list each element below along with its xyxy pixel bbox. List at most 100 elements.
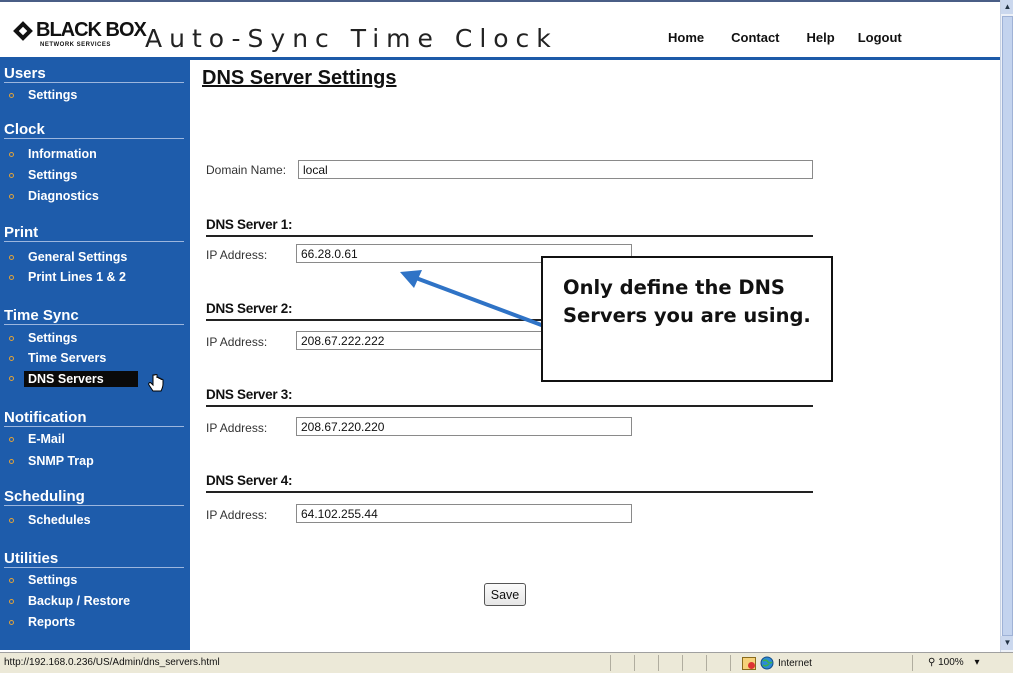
- dns-server-4-heading: DNS Server 4:: [206, 473, 813, 493]
- sidebar-item-label: Settings: [28, 168, 78, 182]
- ip-address-label: IP Address:: [206, 335, 268, 349]
- sidebar-item-reports[interactable]: Reports: [9, 615, 76, 629]
- sidebar: Users Settings Clock Information Setting…: [0, 60, 190, 650]
- dns-server-3-ip-input[interactable]: [296, 417, 632, 436]
- sidebar-item-dns-servers[interactable]: DNS Servers: [9, 371, 138, 387]
- dns-server-4-ip-input[interactable]: [296, 504, 632, 523]
- sidebar-item-clock-diagnostics[interactable]: Diagnostics: [9, 189, 99, 203]
- status-divider: [610, 655, 611, 671]
- bullet-icon: [9, 459, 14, 464]
- bullet-icon: [9, 437, 14, 442]
- security-zone[interactable]: Internet: [742, 656, 812, 670]
- sidebar-item-label: SNMP Trap: [28, 454, 94, 468]
- bullet-icon: [9, 336, 14, 341]
- sidebar-item-label: Schedules: [28, 513, 91, 527]
- sidebar-item-print-lines[interactable]: Print Lines 1 & 2: [9, 270, 126, 284]
- callout-box: Only define the DNS Servers you are usin…: [541, 256, 833, 382]
- app-title: Auto-Sync Time Clock: [145, 24, 558, 53]
- sidebar-item-label: Reports: [28, 615, 76, 629]
- sidebar-item-print-general[interactable]: General Settings: [9, 250, 128, 264]
- logo-subtext: NETWORK SERVICES: [40, 42, 111, 48]
- page-title: DNS Server Settings: [202, 67, 397, 89]
- status-divider: [634, 655, 635, 671]
- bullet-icon: [9, 275, 14, 280]
- bullet-icon: [9, 356, 14, 361]
- sidebar-item-schedules[interactable]: Schedules: [9, 513, 91, 527]
- domain-name-input[interactable]: [298, 160, 813, 179]
- bullet-icon: [9, 173, 14, 178]
- sidebar-item-label: Time Servers: [28, 351, 107, 365]
- sidebar-item-label: General Settings: [28, 250, 128, 264]
- status-divider: [682, 655, 683, 671]
- sidebar-item-label: Print Lines 1 & 2: [28, 270, 126, 284]
- sidebar-item-label: Settings: [28, 573, 78, 587]
- bullet-icon: [9, 255, 14, 260]
- ip-address-label: IP Address:: [206, 421, 268, 435]
- vertical-scrollbar[interactable]: ▲ ▼: [1000, 0, 1013, 652]
- dns-server-3-heading: DNS Server 3:: [206, 387, 813, 407]
- scroll-down-arrow-icon[interactable]: ▼: [1001, 636, 1013, 650]
- sidebar-item-timesync-settings[interactable]: Settings: [9, 331, 78, 345]
- zoom-control[interactable]: ⚲ 100% ▾: [928, 657, 980, 668]
- callout-text: Only define the DNS Servers you are usin…: [563, 276, 811, 327]
- bullet-icon: [9, 376, 14, 381]
- nav-help-link[interactable]: Help: [807, 30, 835, 45]
- sidebar-item-label: Settings: [28, 331, 78, 345]
- sidebar-item-label: E-Mail: [28, 432, 65, 446]
- bullet-icon: [9, 93, 14, 98]
- sidebar-section-scheduling: Scheduling: [4, 488, 184, 506]
- ip-address-label: IP Address:: [206, 508, 268, 522]
- sidebar-section-notification: Notification: [4, 409, 184, 427]
- bullet-icon: [9, 152, 14, 157]
- sidebar-item-snmp-trap[interactable]: SNMP Trap: [9, 454, 94, 468]
- zone-label: Internet: [778, 657, 812, 669]
- status-url: http://192.168.0.236/US/Admin/dns_server…: [4, 657, 220, 668]
- browser-page: BLACK BOX NETWORK SERVICES Auto-Sync Tim…: [0, 0, 1013, 673]
- sidebar-section-clock: Clock: [4, 121, 184, 139]
- internet-globe-icon: [760, 656, 774, 670]
- scrollbar-thumb[interactable]: [1002, 16, 1013, 636]
- sidebar-item-label: DNS Servers: [28, 372, 104, 386]
- status-bar: http://192.168.0.236/US/Admin/dns_server…: [0, 652, 1013, 673]
- logo-diamond-icon: [13, 21, 33, 41]
- status-divider: [658, 655, 659, 671]
- sidebar-item-label: Diagnostics: [28, 189, 99, 203]
- top-nav: Home Contact Help Logout: [668, 30, 902, 45]
- domain-name-label: Domain Name:: [206, 163, 287, 177]
- sidebar-item-clock-information[interactable]: Information: [9, 147, 97, 161]
- sidebar-item-users-settings[interactable]: Settings: [9, 88, 78, 102]
- bullet-icon: [9, 578, 14, 583]
- bullet-icon: [9, 599, 14, 604]
- status-divider: [912, 655, 913, 671]
- status-divider: [730, 655, 731, 671]
- popup-blocker-icon: [742, 656, 756, 670]
- nav-home-link[interactable]: Home: [668, 30, 704, 45]
- nav-logout-link[interactable]: Logout: [858, 30, 902, 45]
- save-button[interactable]: Save: [484, 583, 526, 606]
- bullet-icon: [9, 518, 14, 523]
- sidebar-item-label: Settings: [28, 88, 78, 102]
- sidebar-section-time-sync: Time Sync: [4, 307, 184, 325]
- sidebar-section-users: Users: [4, 65, 184, 83]
- sidebar-item-clock-settings[interactable]: Settings: [9, 168, 78, 182]
- bullet-icon: [9, 620, 14, 625]
- callout-arrow-icon: [400, 270, 545, 328]
- sidebar-item-utilities-settings[interactable]: Settings: [9, 573, 78, 587]
- status-divider: [706, 655, 707, 671]
- scroll-up-arrow-icon[interactable]: ▲: [1001, 0, 1013, 14]
- sidebar-section-print: Print: [4, 224, 184, 242]
- nav-contact-link[interactable]: Contact: [731, 30, 779, 45]
- sidebar-item-backup-restore[interactable]: Backup / Restore: [9, 594, 131, 608]
- sidebar-item-time-servers[interactable]: Time Servers: [9, 351, 107, 365]
- sidebar-item-email[interactable]: E-Mail: [9, 432, 65, 446]
- zoom-level: 100%: [938, 657, 964, 668]
- zoom-magnifier-icon: ⚲: [928, 657, 936, 668]
- sidebar-item-label: Information: [28, 147, 97, 161]
- logo-text: BLACK BOX: [36, 19, 147, 41]
- hand-pointer-cursor-icon: [148, 374, 164, 392]
- zoom-dropdown-icon[interactable]: ▾: [974, 657, 979, 668]
- black-box-logo[interactable]: BLACK BOX NETWORK SERVICES: [13, 19, 147, 54]
- sidebar-item-label: Backup / Restore: [28, 594, 131, 608]
- ip-address-label: IP Address:: [206, 248, 268, 262]
- bullet-icon: [9, 194, 14, 199]
